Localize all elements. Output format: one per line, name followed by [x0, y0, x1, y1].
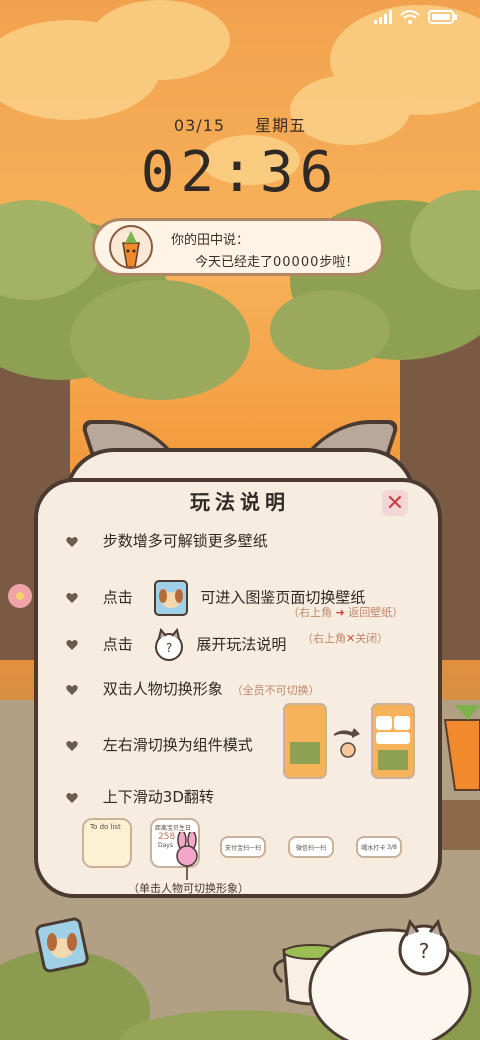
- carrot-character-icon: [122, 231, 140, 267]
- lockscreen: 03/15 星期五 02:36 你的田中说： 今天已经走了00000步啦！ 玩法…: [0, 0, 480, 1040]
- heart-bullet-icon: [66, 740, 78, 751]
- bubble-line1: 你的田中说：: [171, 233, 250, 248]
- help-row-2-prefix: 点击: [102, 588, 133, 607]
- help-cat-icon[interactable]: ?: [152, 628, 186, 662]
- help-row-3-note: （右上角✕关闭）: [302, 632, 389, 645]
- bubble-line2-suffix: 步啦！: [319, 255, 359, 270]
- help-row-3-text: 展开玩法说明: [196, 635, 287, 654]
- heart-bullet-icon: [66, 792, 78, 803]
- arrow-right-icon: ➜: [332, 606, 349, 619]
- bunny-character-icon[interactable]: [170, 832, 204, 882]
- help-row-5-text: 左右滑切换为组件模式: [102, 736, 253, 754]
- carrot-avatar: [109, 225, 153, 269]
- phone-preview-left: [283, 703, 327, 779]
- status-bar: [0, 0, 480, 40]
- signal-icon: [374, 10, 392, 24]
- date-row: 03/15 星期五: [0, 112, 480, 136]
- battery-icon: [428, 10, 457, 24]
- svg-text:?: ?: [165, 641, 171, 655]
- alipay-widget[interactable]: 支付宝扫一扫: [220, 836, 266, 858]
- help-row-4-note: （全员不可切换）: [231, 684, 320, 697]
- help-row-3: 点击 ? 展开玩法说明: [66, 628, 286, 662]
- help-cat-icon[interactable]: ?: [394, 918, 454, 978]
- heart-bullet-icon: [66, 640, 78, 650]
- status-icons: [374, 10, 458, 24]
- help-row-1-text: 步数增多可解锁更多壁纸: [102, 532, 268, 550]
- help-row-2-note: （右上角 ➜ 返回壁纸）: [288, 606, 404, 619]
- help-row-6-text: 上下滑动3D翻转: [102, 788, 214, 806]
- svg-text:?: ?: [419, 939, 430, 963]
- help-card-title: 玩法说明: [190, 490, 290, 514]
- water-widget[interactable]: 喝水打卡 3/8: [356, 836, 402, 858]
- help-row-1: 步数增多可解锁更多壁纸: [66, 530, 268, 551]
- gallery-book-icon[interactable]: [152, 578, 190, 618]
- close-button[interactable]: ✕: [382, 490, 408, 516]
- swipe-arrow-icon: [334, 728, 360, 738]
- todo-widget[interactable]: To do list: [82, 818, 132, 868]
- gallery-book-icon[interactable]: [34, 916, 90, 974]
- weekday-text: 星期五: [255, 116, 307, 135]
- help-row-4-text: 双击人物切换形象: [102, 680, 223, 698]
- heart-bullet-icon: [66, 593, 78, 603]
- bubble-line2: 今天已经走了00000步啦！: [195, 251, 358, 270]
- close-icon: ✕: [385, 490, 405, 516]
- step-count: 00000: [273, 255, 320, 270]
- help-row-5: 左右滑切换为组件模式: [66, 734, 253, 755]
- wechat-widget[interactable]: 微信扫一扫: [288, 836, 334, 858]
- x-mark-icon: ✕: [346, 632, 356, 645]
- wifi-icon: [400, 10, 420, 24]
- help-row-6: 上下滑动3D翻转: [66, 786, 214, 807]
- help-row-3-prefix: 点击: [102, 635, 133, 654]
- paw-icon: [340, 742, 356, 758]
- bubble-line2-prefix: 今天已经走了: [195, 255, 274, 270]
- help-row-4: 双击人物切换形象 （全员不可切换）: [66, 678, 320, 699]
- heart-bullet-icon: [66, 536, 78, 547]
- date-text: 03/15: [173, 116, 225, 135]
- step-bubble[interactable]: 你的田中说： 今天已经走了00000步啦！: [92, 218, 384, 276]
- widget-caption: （单击人物可切换形象）: [128, 882, 249, 895]
- clock: 02:36: [140, 140, 340, 205]
- widget-mode-preview: [283, 703, 415, 779]
- heart-bullet-icon: [66, 684, 78, 695]
